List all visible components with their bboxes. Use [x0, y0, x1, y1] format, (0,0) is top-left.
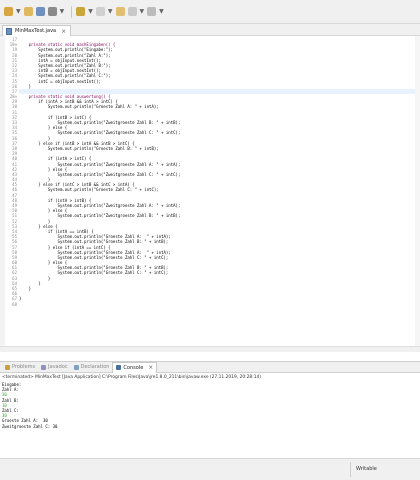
forward-icon[interactable]: [127, 7, 137, 16]
tab-console[interactable]: Console ⨯: [112, 361, 158, 373]
console-icon: [116, 365, 122, 370]
new-icon[interactable]: [4, 7, 13, 16]
javadoc-icon: [41, 364, 47, 370]
tools-icon[interactable]: [47, 7, 57, 16]
chevron-down-icon[interactable]: ▼: [159, 8, 164, 15]
editor-tab[interactable]: MinMaxTest.java ⨯: [2, 25, 72, 36]
line-number-gutter: 17 18⊖ 19 20 21 22 23 24 25 26 27 28⊖ 29 30 31 32 33 34 35…: [5, 37, 17, 307]
status-divider: [350, 462, 351, 477]
chevron-down-icon[interactable]: ▼: [16, 8, 21, 15]
overview-ruler: [415, 36, 420, 352]
open-icon[interactable]: [23, 7, 33, 16]
chevron-down-icon[interactable]: ▼: [88, 8, 93, 15]
console-view[interactable]: <terminated> MinMaxTest [Java Applicatio…: [0, 374, 420, 455]
chevron-down-icon[interactable]: ▼: [60, 8, 65, 15]
problems-icon: [5, 364, 10, 370]
main-toolbar: ▼ ▼ ▼ ▼ ▼ ▼: [0, 0, 420, 24]
tab-problems[interactable]: Problems: [2, 362, 38, 373]
back-icon[interactable]: [115, 7, 125, 16]
view-tab-strip: Problems Javadoc Declaration Console ⨯: [0, 361, 420, 373]
save-icon[interactable]: [35, 7, 45, 16]
chevron-down-icon[interactable]: ▼: [140, 8, 145, 15]
console-header: <terminated> MinMaxTest [Java Applicatio…: [2, 375, 261, 380]
debug-icon[interactable]: [76, 7, 86, 16]
code-editor[interactable]: 17 18⊖ 19 20 21 22 23 24 25 26 27 28⊖ 29 30 31 32 33 34 35…: [0, 36, 420, 352]
code-area[interactable]: private static void machEingaben() { Sys…: [19, 37, 417, 307]
horizontal-scrollbar[interactable]: [0, 346, 420, 352]
code-line[interactable]: [19, 302, 417, 307]
status-bar: Writable: [0, 458, 420, 480]
java-file-icon: [6, 27, 12, 35]
tab-label: Declaration: [80, 364, 110, 370]
tab-declaration[interactable]: Declaration: [71, 362, 113, 373]
editor-tab-label: MinMaxTest.java: [15, 28, 57, 34]
declaration-icon: [73, 364, 79, 370]
chevron-down-icon[interactable]: ▼: [108, 8, 113, 15]
run-icon[interactable]: [95, 7, 105, 16]
nav-icon[interactable]: [147, 7, 157, 16]
tab-label: Javadoc: [48, 364, 68, 370]
tab-label: Problems: [12, 364, 36, 370]
tab-javadoc[interactable]: Javadoc: [38, 362, 71, 373]
console-output: Eingabe: Zahl A: 30 Zahl B: 10 Zahl C: 30 Groes…: [2, 382, 57, 429]
editor-tab-strip: MinMaxTest.java ⨯: [0, 24, 420, 36]
close-icon[interactable]: ⨯: [61, 28, 66, 35]
line-number: 68: [12, 301, 17, 307]
console-output-line: Zweitgroeste Zahl C: 30: [2, 423, 58, 429]
status-mode: Writable: [356, 466, 377, 472]
toolbar-separator: [71, 5, 73, 18]
tab-label: Console: [123, 364, 144, 371]
close-icon[interactable]: ⨯: [148, 364, 153, 371]
